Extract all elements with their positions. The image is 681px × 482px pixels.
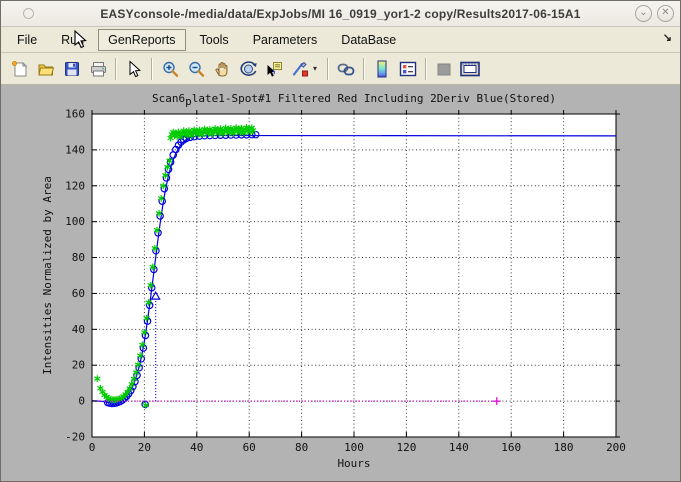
menu-file[interactable]: File bbox=[7, 29, 47, 51]
svg-text:20: 20 bbox=[138, 441, 151, 454]
figure-canvas: 0 20 40 60 80 100 120 140 160 180 200 -20 0 20 40 60 80 1… bbox=[1, 86, 681, 482]
menu-genreports[interactable]: GenReports bbox=[98, 29, 185, 51]
rotate-3d-icon[interactable] bbox=[235, 56, 261, 82]
svg-text:120: 120 bbox=[396, 441, 416, 454]
edit-arrow-icon[interactable] bbox=[121, 56, 147, 82]
svg-text:100: 100 bbox=[65, 215, 85, 228]
svg-text:140: 140 bbox=[449, 441, 469, 454]
insert-legend-icon[interactable] bbox=[395, 56, 421, 82]
menu-parameters[interactable]: Parameters bbox=[243, 29, 328, 51]
zoom-in-icon[interactable] bbox=[157, 56, 183, 82]
new-figure-icon[interactable] bbox=[7, 56, 33, 82]
figure-toolbar: ▾ bbox=[1, 53, 680, 85]
toolbar-separator bbox=[363, 58, 365, 80]
svg-text:40: 40 bbox=[190, 441, 203, 454]
menu-database[interactable]: DataBase bbox=[331, 29, 406, 51]
x-axis-label: Hours bbox=[337, 457, 370, 470]
svg-text:160: 160 bbox=[501, 441, 521, 454]
brush-data-icon[interactable] bbox=[287, 56, 313, 82]
svg-text:20: 20 bbox=[72, 359, 85, 372]
window-title: EASYconsole-/media/data/ExpJobs/MI 16_09… bbox=[100, 7, 580, 21]
dock-figure-icon[interactable] bbox=[457, 56, 483, 82]
print-figure-icon[interactable] bbox=[85, 56, 111, 82]
insert-colorbar-icon[interactable] bbox=[369, 56, 395, 82]
toolbar-separator bbox=[425, 58, 427, 80]
toolbar-separator bbox=[151, 58, 153, 80]
svg-text:80: 80 bbox=[72, 251, 85, 264]
svg-text:80: 80 bbox=[295, 441, 308, 454]
svg-text:40: 40 bbox=[72, 323, 85, 336]
data-cursor-icon[interactable] bbox=[261, 56, 287, 82]
svg-text:100: 100 bbox=[344, 441, 364, 454]
menu-overflow-icon[interactable]: ↘ bbox=[663, 31, 672, 44]
svg-text:160: 160 bbox=[65, 108, 85, 121]
svg-text:60: 60 bbox=[243, 441, 256, 454]
menu-tools[interactable]: Tools bbox=[190, 29, 239, 51]
title-bar[interactable]: EASYconsole-/media/data/ExpJobs/MI 16_09… bbox=[1, 1, 680, 27]
menu-run[interactable]: Run bbox=[51, 29, 94, 51]
plot-canvas[interactable]: 0 20 40 60 80 100 120 140 160 180 200 -20 0 20 40 60 80 1… bbox=[1, 86, 681, 482]
svg-text:120: 120 bbox=[65, 179, 85, 192]
plot-title: Scan6plate1-Spot#1 Filtered Red Includin… bbox=[152, 92, 556, 108]
menu-bar: File Run GenReports Tools Parameters Dat… bbox=[1, 27, 680, 53]
toolbar-separator bbox=[115, 58, 117, 80]
svg-text:60: 60 bbox=[72, 287, 85, 300]
easyconsole-window: EASYconsole-/media/data/ExpJobs/MI 16_09… bbox=[0, 0, 681, 482]
svg-text:200: 200 bbox=[606, 441, 626, 454]
close-button[interactable]: ✕ bbox=[657, 5, 674, 22]
link-plots-icon[interactable] bbox=[333, 56, 359, 82]
pan-hand-icon[interactable] bbox=[209, 56, 235, 82]
open-file-icon[interactable] bbox=[33, 56, 59, 82]
svg-text:0: 0 bbox=[78, 395, 85, 408]
brush-dropdown-icon[interactable]: ▾ bbox=[313, 56, 323, 82]
svg-text:140: 140 bbox=[65, 143, 85, 156]
window-menu-icon[interactable] bbox=[23, 8, 34, 19]
toolbar-separator bbox=[327, 58, 329, 80]
plottools-off-icon[interactable] bbox=[431, 56, 457, 82]
y-axis-label: Intensities Normalized by Area bbox=[41, 176, 54, 375]
svg-text:180: 180 bbox=[554, 441, 574, 454]
svg-text:-20: -20 bbox=[65, 431, 85, 444]
save-figure-icon[interactable] bbox=[59, 56, 85, 82]
svg-text:0: 0 bbox=[89, 441, 96, 454]
minimize-button[interactable]: ⌄ bbox=[635, 5, 652, 22]
zoom-out-icon[interactable] bbox=[183, 56, 209, 82]
